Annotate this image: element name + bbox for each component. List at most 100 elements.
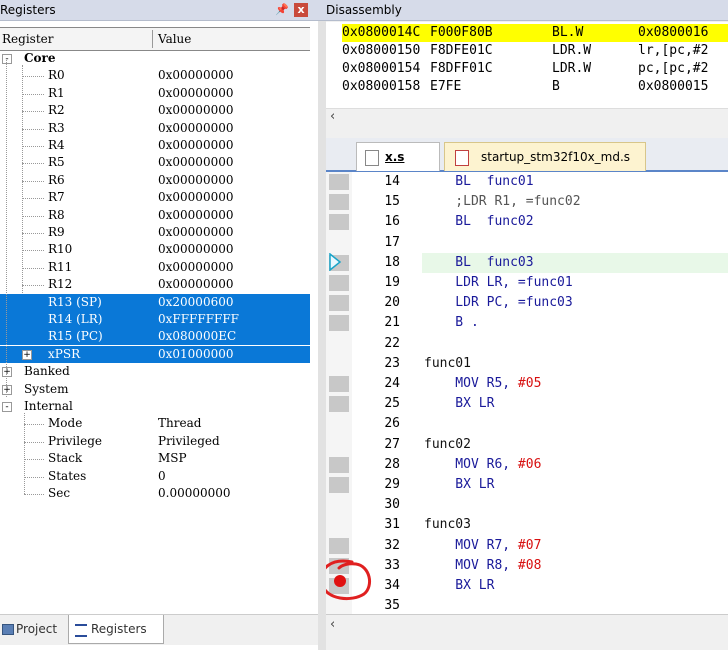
internal-row[interactable]: Sec 0.00000000	[0, 485, 310, 502]
register-value: 0x20000600	[158, 294, 234, 309]
disassembly-view[interactable]: 0x0800014C F000F80B BL.W 0x0800016 0x080…	[326, 22, 728, 108]
registers-icon	[75, 624, 87, 637]
register-row[interactable]: R5 0x00000000	[0, 154, 310, 171]
tab-registers[interactable]: Registers	[68, 615, 164, 644]
code-line[interactable]: BL func01	[424, 172, 533, 192]
address: 0x08000154	[342, 61, 421, 76]
code-editor[interactable]: 14 BL func01 15 ;LDR R1, =func02 16 BL fun…	[326, 172, 728, 614]
register-row[interactable]: R6 0x00000000	[0, 172, 310, 189]
code-line[interactable]: BX LR	[424, 394, 494, 414]
tab-project[interactable]: Project	[0, 615, 68, 643]
scroll-left-icon[interactable]: ‹	[330, 617, 335, 632]
code-line[interactable]: BX LR	[424, 576, 494, 596]
code-line[interactable]: BL func03	[424, 253, 533, 273]
expand-icon[interactable]: +	[22, 349, 32, 360]
disassembly-row-current[interactable]: 0x0800014C F000F80B BL.W 0x0800016	[342, 24, 728, 42]
code-line[interactable]: ;LDR R1, =func02	[424, 192, 580, 212]
collapse-icon[interactable]: -	[2, 54, 12, 64]
tab-startup-file[interactable]: startup_stm32f10x_md.s	[444, 142, 646, 171]
line-number: 26	[384, 416, 400, 432]
register-value: 0xFFFFFFFF	[158, 312, 240, 326]
bottom-tab-strip: Project Registers	[0, 614, 318, 645]
register-name: Sec	[48, 486, 71, 500]
register-row[interactable]: xPSR 0x01000000	[0, 345, 310, 363]
disassembly-title-bar: Disassembly	[318, 0, 728, 21]
opcode: F8DFE01C	[430, 43, 493, 58]
code-line[interactable]: B .	[424, 313, 479, 333]
register-name: R1	[48, 85, 65, 100]
editor-gutter[interactable]	[326, 172, 352, 614]
code-line[interactable]: MOV R7, #07	[424, 536, 541, 556]
register-row[interactable]: R8 0x00000000	[0, 207, 310, 224]
code-line[interactable]: BX LR	[424, 475, 494, 495]
code-line[interactable]: func03	[424, 515, 471, 535]
register-row[interactable]: R12 0x00000000	[0, 276, 310, 293]
register-row[interactable]: R4 0x00000000	[0, 137, 310, 154]
register-row[interactable]: R2 0x00000000	[0, 102, 310, 119]
pane-splitter[interactable]	[318, 20, 326, 650]
tab-registers-label: Registers	[91, 622, 147, 636]
register-value: Thread	[158, 416, 202, 431]
register-row[interactable]: R9 0x00000000	[0, 224, 310, 241]
disassembly-row[interactable]: 0x08000150 F8DFE01C LDR.W lr,[pc,#2	[342, 42, 728, 60]
tree-node-core[interactable]: Core	[0, 50, 310, 67]
disassembly-row[interactable]: 0x08000158 E7FE B 0x0800015	[342, 78, 728, 96]
register-name: R8	[48, 207, 65, 222]
register-name: R15 (PC)	[48, 329, 103, 344]
register-name: R9	[48, 225, 65, 239]
code-coverage-mark	[329, 275, 349, 291]
line-number: 16	[384, 214, 400, 230]
register-row[interactable]: R15 (PC) 0x080000EC	[0, 328, 310, 346]
line-number: 20	[384, 295, 400, 311]
code-line[interactable]: func01	[424, 354, 471, 374]
internal-row[interactable]: Mode Thread	[0, 415, 310, 432]
register-row[interactable]: R13 (SP) 0x20000600	[0, 293, 310, 311]
register-row[interactable]: R11 0x00000000	[0, 259, 310, 276]
scroll-left-icon[interactable]: ‹	[330, 109, 335, 124]
register-table-header: Register Value	[0, 27, 310, 51]
code-line[interactable]: func02	[424, 435, 471, 455]
register-name: Privilege	[48, 433, 102, 448]
editor-hscrollbar[interactable]: ‹	[326, 614, 728, 637]
register-row[interactable]: R10 0x00000000	[0, 241, 310, 258]
expand-icon[interactable]: +	[2, 384, 12, 395]
line-number: 18	[384, 254, 400, 270]
register-name: R0	[48, 68, 65, 83]
code-line[interactable]: BL func02	[424, 212, 533, 232]
registers-title: Registers	[0, 3, 56, 17]
code-line[interactable]: LDR PC, =func03	[424, 293, 572, 313]
register-name: Internal	[24, 399, 73, 413]
expand-icon[interactable]: +	[2, 367, 12, 378]
disassembly-row[interactable]: 0x08000154 F8DFF01C LDR.W pc,[pc,#2	[342, 60, 728, 78]
tree-node-system[interactable]: System	[0, 381, 310, 398]
code-line[interactable]: MOV R5, #05	[424, 374, 541, 394]
register-row[interactable]: R7 0x00000000	[0, 189, 310, 206]
internal-row[interactable]: Privilege Privileged	[0, 433, 310, 450]
pin-icon[interactable]: 📌	[274, 0, 290, 20]
register-value: 0	[158, 468, 166, 483]
code-line[interactable]: LDR LR, =func01	[424, 273, 572, 293]
register-value: 0x00000000	[158, 190, 234, 205]
register-row[interactable]: R14 (LR) 0xFFFFFFFF	[0, 311, 310, 328]
register-name: R4	[48, 138, 65, 152]
tree-node-internal[interactable]: Internal	[0, 398, 310, 415]
register-row[interactable]: R0 0x00000000	[0, 67, 310, 84]
code-line[interactable]: MOV R6, #06	[424, 455, 541, 475]
internal-row[interactable]: Stack MSP	[0, 450, 310, 467]
tab-x-s[interactable]: x.s	[356, 142, 440, 171]
column-divider[interactable]	[152, 30, 153, 48]
line-number: 31	[384, 517, 400, 533]
line-number: 15	[384, 194, 400, 210]
internal-row[interactable]: States 0	[0, 468, 310, 485]
disassembly-hscrollbar[interactable]: ‹	[326, 108, 728, 127]
file-icon	[365, 150, 379, 166]
column-header-value[interactable]: Value	[158, 28, 191, 50]
tree-node-banked[interactable]: Banked	[0, 363, 310, 380]
collapse-icon[interactable]: -	[2, 402, 12, 412]
register-row[interactable]: R3 0x00000000	[0, 120, 310, 137]
column-header-register[interactable]: Register	[2, 28, 53, 50]
close-icon[interactable]: x	[294, 3, 308, 17]
code-line[interactable]: MOV R8, #08	[424, 556, 541, 576]
register-row[interactable]: R1 0x00000000	[0, 85, 310, 102]
register-name: Stack	[48, 451, 83, 466]
